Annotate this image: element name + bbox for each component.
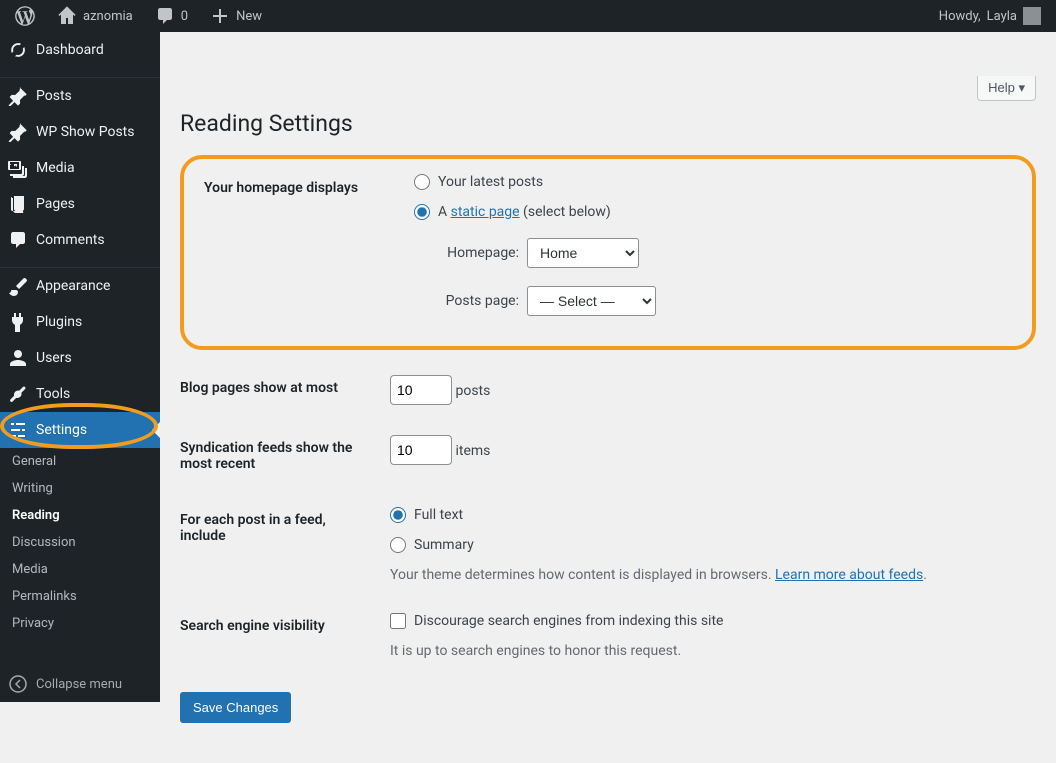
- postspage-select-label: Posts page:: [434, 293, 519, 309]
- submenu-reading[interactable]: Reading: [0, 502, 160, 529]
- main-content: Help ▾ Reading Settings Your homepage di…: [160, 64, 1056, 763]
- submenu-writing[interactable]: Writing: [0, 475, 160, 502]
- sidebar-item-users[interactable]: Users: [0, 340, 160, 376]
- radio-full-text[interactable]: [390, 507, 406, 523]
- static-page-link[interactable]: static page: [451, 204, 520, 220]
- sidebar-item-media[interactable]: Media: [0, 150, 160, 186]
- wrench-icon: [8, 384, 28, 404]
- comment-icon: [8, 230, 28, 250]
- sidebar-item-label: Plugins: [36, 314, 82, 330]
- radio-latest-posts[interactable]: [414, 174, 430, 190]
- submenu-discussion[interactable]: Discussion: [0, 529, 160, 556]
- submenu-media[interactable]: Media: [0, 556, 160, 583]
- brush-icon: [8, 276, 28, 296]
- my-account-menu[interactable]: Howdy, Layla: [932, 0, 1048, 32]
- sidebar-item-label: WP Show Posts: [36, 124, 135, 140]
- sidebar-item-plugins[interactable]: Plugins: [0, 304, 160, 340]
- wordpress-logo-menu[interactable]: [8, 0, 42, 32]
- pin-icon: [8, 86, 28, 106]
- plus-icon: [210, 6, 230, 26]
- submenu-permalinks[interactable]: Permalinks: [0, 583, 160, 610]
- radio-summary-label: Summary: [414, 537, 474, 553]
- admin-bar: aznomia 0 New Howdy, Layla: [0, 0, 1056, 32]
- wordpress-icon: [15, 6, 35, 26]
- comments-count: 0: [181, 9, 188, 24]
- sidebar-item-label: Users: [36, 350, 72, 366]
- learn-more-feeds-link[interactable]: Learn more about feeds: [775, 567, 923, 583]
- sidebar-item-label: Appearance: [36, 278, 110, 294]
- admin-sidebar: Dashboard Posts WP Show Posts Media Page…: [0, 32, 160, 702]
- submenu-privacy[interactable]: Privacy: [0, 610, 160, 637]
- sidebar-item-label: Posts: [36, 88, 72, 104]
- comments-menu[interactable]: 0: [148, 0, 195, 32]
- homepage-select-label: Homepage:: [434, 245, 519, 261]
- radio-static-page[interactable]: [414, 204, 430, 220]
- row-label-blogpages: Blog pages show at most: [180, 360, 380, 420]
- site-name-label: aznomia: [83, 9, 133, 24]
- user-icon: [8, 348, 28, 368]
- search-engine-description: It is up to search engines to honor this…: [390, 643, 1026, 659]
- sidebar-item-label: Settings: [36, 422, 87, 438]
- posts-per-page-input[interactable]: [390, 375, 452, 405]
- new-label: New: [236, 9, 262, 24]
- user-name: Layla: [987, 9, 1017, 24]
- page-title: Reading Settings: [180, 101, 1036, 155]
- sidebar-item-pages[interactable]: Pages: [0, 186, 160, 222]
- radio-static-page-label: A static page (select below): [438, 204, 611, 220]
- sidebar-item-label: Pages: [36, 196, 75, 212]
- sidebar-item-wpshowposts[interactable]: WP Show Posts: [0, 114, 160, 150]
- sidebar-item-label: Dashboard: [36, 42, 104, 58]
- radio-full-text-label: Full text: [414, 507, 463, 523]
- new-content-menu[interactable]: New: [203, 0, 269, 32]
- dashboard-icon: [8, 40, 28, 60]
- discourage-search-label: Discourage search engines from indexing …: [414, 613, 723, 629]
- collapse-menu[interactable]: Collapse menu: [0, 666, 160, 702]
- collapse-icon: [8, 674, 28, 694]
- save-changes-button[interactable]: Save Changes: [180, 692, 291, 723]
- sidebar-item-comments[interactable]: Comments: [0, 222, 160, 258]
- pin-icon: [8, 122, 28, 142]
- sidebar-item-dashboard[interactable]: Dashboard: [0, 32, 160, 68]
- discourage-search-checkbox[interactable]: [390, 613, 406, 629]
- row-label-syndication: Syndication feeds show the most recent: [180, 420, 380, 492]
- radio-latest-posts-label: Your latest posts: [438, 174, 543, 190]
- sidebar-item-settings[interactable]: Settings: [0, 412, 160, 448]
- row-label-feedinclude: For each post in a feed, include: [180, 492, 380, 598]
- posts-per-rss-input[interactable]: [390, 435, 452, 465]
- comment-icon: [155, 6, 175, 26]
- collapse-label: Collapse menu: [36, 677, 122, 692]
- media-icon: [8, 158, 28, 178]
- row-label-homepage-displays: Your homepage displays: [204, 174, 404, 331]
- submenu-general[interactable]: General: [0, 448, 160, 475]
- row-label-searchengine: Search engine visibility: [180, 598, 380, 674]
- highlight-box: Your homepage displays Your latest posts…: [180, 155, 1036, 350]
- help-button[interactable]: Help ▾: [977, 76, 1036, 101]
- page-icon: [8, 194, 28, 214]
- sidebar-item-posts[interactable]: Posts: [0, 78, 160, 114]
- postspage-select[interactable]: — Select —: [527, 286, 656, 316]
- feed-description: Your theme determines how content is dis…: [390, 567, 1026, 583]
- sidebar-item-label: Tools: [36, 386, 70, 402]
- home-icon: [57, 6, 77, 26]
- sliders-icon: [8, 420, 28, 440]
- homepage-select[interactable]: Home: [527, 238, 639, 268]
- avatar: [1023, 7, 1041, 25]
- plugin-icon: [8, 312, 28, 332]
- sidebar-item-label: Media: [36, 160, 75, 176]
- sidebar-item-label: Comments: [36, 232, 105, 248]
- site-name-menu[interactable]: aznomia: [50, 0, 140, 32]
- posts-per-rss-unit: items: [455, 443, 490, 459]
- posts-per-page-unit: posts: [455, 383, 490, 399]
- sidebar-item-tools[interactable]: Tools: [0, 376, 160, 412]
- sidebar-item-appearance[interactable]: Appearance: [0, 268, 160, 304]
- radio-summary[interactable]: [390, 537, 406, 553]
- howdy-prefix: Howdy,: [939, 9, 981, 24]
